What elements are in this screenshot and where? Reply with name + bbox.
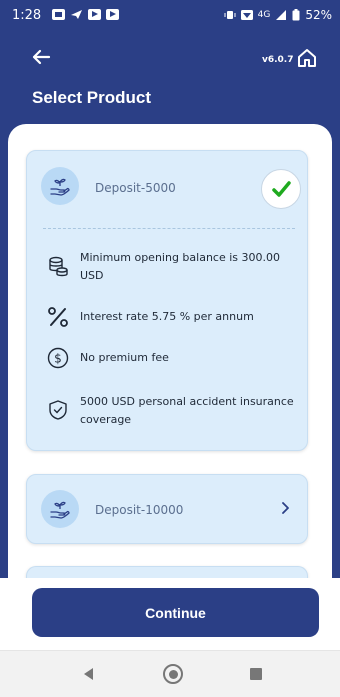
battery-icon <box>292 9 300 21</box>
network-type: 4G <box>257 10 271 20</box>
coins-icon <box>49 256 68 277</box>
nav-home-icon[interactable] <box>163 664 183 684</box>
feature-insurance: 5000 USD personal accident insurance cov… <box>80 395 294 426</box>
status-time: 1:28 <box>12 8 42 23</box>
selected-indicator <box>261 169 301 209</box>
product-card-deposit-10000[interactable]: Deposit-10000 <box>26 474 308 544</box>
page-title: Select Product <box>32 88 152 107</box>
system-navigation-bar <box>0 650 340 697</box>
feature-interest-rate: Interest rate 5.75 % per annum <box>80 310 254 323</box>
chevron-right-icon <box>282 502 289 514</box>
vibrate-icon <box>224 11 236 19</box>
notification-icons <box>52 9 119 20</box>
video-notification-icon-2 <box>106 9 119 20</box>
shield-check-icon <box>49 400 67 420</box>
video-notification-icon <box>88 9 101 20</box>
send-notification-icon <box>70 9 83 20</box>
continue-button[interactable]: Continue <box>32 588 319 637</box>
home-icon <box>298 49 316 67</box>
app-version: v6.0.7 <box>262 55 294 65</box>
gallery-notification-icon <box>52 9 65 20</box>
arrow-left-icon <box>32 49 51 65</box>
nav-back-icon[interactable] <box>82 667 94 681</box>
checkmark-icon <box>272 181 291 197</box>
feature-min-balance: Minimum opening balance is 300.00 USD <box>80 251 281 282</box>
card-divider <box>43 228 295 229</box>
battery-level: 52% <box>305 8 332 22</box>
product-card-deposit-5000[interactable]: Deposit-5000 Minimum opening balance is … <box>26 150 308 451</box>
status-bar: 1:28 4G 52% <box>0 0 340 34</box>
home-button[interactable] <box>296 47 318 69</box>
hand-plant-icon <box>41 167 79 205</box>
hand-plant-icon <box>41 490 79 528</box>
svg-text:$: $ <box>54 352 62 366</box>
status-right: 4G 52% <box>224 8 332 22</box>
back-button[interactable] <box>30 46 52 68</box>
product-name: Deposit-10000 <box>95 503 184 517</box>
percent-icon <box>48 307 68 327</box>
feature-premium-fee: No premium fee <box>80 351 169 364</box>
nav-recent-apps-icon[interactable] <box>250 668 262 680</box>
product-name: Deposit-5000 <box>95 181 176 195</box>
signal-icon <box>276 10 287 20</box>
app-header: v6.0.7 Select Product <box>0 34 340 124</box>
wifi-icon <box>240 10 253 20</box>
dollar-circle-icon: $ <box>47 347 69 369</box>
